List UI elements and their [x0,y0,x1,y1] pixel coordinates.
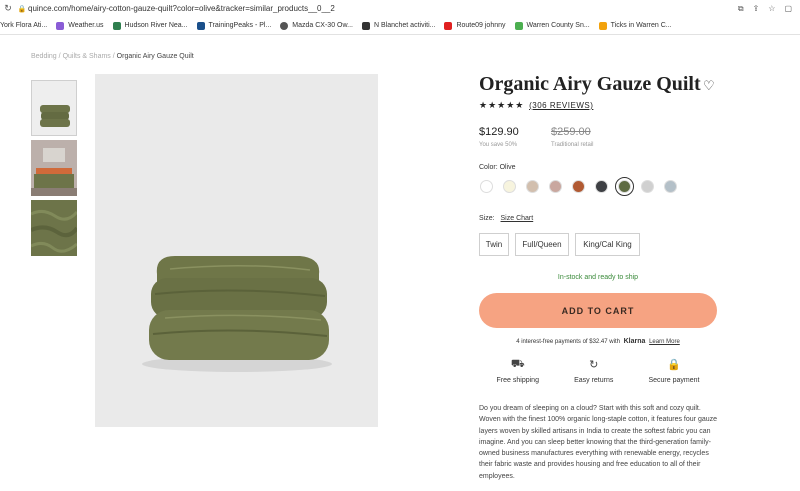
bookmark-item[interactable]: Hudson River Nea... [112,21,188,30]
perk-free-shipping: ⛟ Free shipping [497,358,539,384]
current-price: $129.90 [479,126,519,138]
product-description: Do you dream of sleeping on a cloud? Sta… [479,405,718,480]
size-options: Twin Full/Queen King/Cal King [479,233,640,256]
perk-label: Free shipping [496,377,539,384]
color-swatches [480,177,677,196]
main-product-image[interactable] [95,74,378,427]
swatch-rose[interactable] [549,180,562,193]
swatch-sand[interactable] [526,180,539,193]
thumbnail-folded-quilt[interactable] [31,80,77,136]
swatch-olive[interactable] [615,177,634,196]
breadcrumb-current: Organic Airy Gauze Quilt [116,53,194,60]
thumbnail-bedroom[interactable] [31,140,77,196]
bookmark-star-icon[interactable]: ☆ [768,4,775,14]
url-text[interactable]: quince.com/home/airy-cotton-gauze-quilt?… [28,4,738,13]
swatch-rust[interactable] [572,180,585,193]
swatch-white[interactable] [480,180,493,193]
perk-label: Easy returns [574,377,614,384]
bookmark-label: Weather.us [68,22,104,29]
stock-status: In-stock and ready to ship [557,274,639,281]
bookmark-label: N Blanchet activiti... [374,22,436,29]
klarna-info: 4 interest-free payments of $32.47 with … [479,338,717,345]
bookmark-item[interactable]: TrainingPeaks - Pl... [196,21,272,30]
rating: ★★★★★ (306 REVIEWS) [479,100,593,111]
star-rating-icon: ★★★★★ [479,100,525,110]
warren-county-icon [514,21,523,30]
klarna-logo: Klarna [623,338,646,345]
savings-text: You save 50% [479,142,518,148]
perk-label: Secure payment [648,377,700,384]
youtube-icon [444,21,453,30]
breadcrumb-separator: / [58,53,61,60]
breadcrumb: Bedding / Quilts & Shams / Organic Airy … [31,53,194,60]
perks: ⛟ Free shipping ↻ Easy returns 🔒 Secure … [479,358,717,384]
bookmark-item[interactable]: Route09 johnny [444,21,506,30]
truck-icon: ⛟ [510,358,525,370]
breadcrumb-link[interactable]: Bedding [31,53,57,60]
bookmark-label: Ticks in Warren C... [610,22,672,29]
traditional-price: $259.00 [551,126,591,138]
bookmark-item[interactable]: Warren County Sn... [514,21,590,30]
learn-more-link[interactable]: Learn More [649,339,680,345]
lock-icon[interactable]: 🔒 [16,5,28,13]
size-twin-button[interactable]: Twin [479,233,509,256]
ticks-icon [598,21,607,30]
product-title: Organic Airy Gauze Quilt [479,73,701,95]
bookmark-label: York Flora Ati... [0,22,48,29]
thumbnail-fabric-closeup[interactable] [31,200,77,256]
returns-icon: ↻ [589,359,599,371]
bookmark-label: Mazda CX-30 Ow... [292,22,353,29]
lock-icon: 🔒 [667,359,681,371]
bookmark-item[interactable]: Mazda CX-30 Ow... [280,21,353,30]
blanchet-icon [362,21,370,30]
swatch-blue-gray[interactable] [664,180,677,193]
bookmark-item[interactable]: N Blanchet activiti... [362,21,436,30]
size-label: Size: [479,215,495,222]
size-full-queen-button[interactable]: Full/Queen [515,233,569,256]
bookmarks-bar: York Flora Ati... Weather.us Hudson Rive… [0,17,800,35]
traditional-retail-label: Traditional retail [551,142,594,148]
bookmark-label: Hudson River Nea... [124,22,188,29]
translate-icon[interactable]: ⧉ [738,4,744,14]
color-label: Color: Olive [479,164,516,171]
perk-easy-returns: ↻ Easy returns [574,358,613,384]
bookmark-label: TrainingPeaks - Pl... [208,22,272,29]
heart-icon[interactable]: ♡ [703,78,715,94]
size-label-row: Size: Size Chart [479,215,533,222]
bookmark-label: Route09 johnny [456,22,506,29]
extensions-icon[interactable]: ▢ [784,4,792,14]
breadcrumb-link[interactable]: Quilts & Shams [63,53,111,60]
perk-secure-payment: 🔒 Secure payment [648,358,699,384]
bookmark-label: Warren County Sn... [526,22,590,29]
hudson-river-icon [112,21,121,30]
add-to-cart-button[interactable]: ADD TO CART [479,293,717,328]
bookmark-item[interactable]: Weather.us [56,21,104,30]
weather-icon [56,21,65,30]
mazda-icon [280,21,289,30]
reviews-link[interactable]: (306 REVIEWS) [529,101,593,110]
trainingpeaks-icon [196,21,205,30]
size-king-button[interactable]: King/Cal King [575,233,640,256]
swatch-charcoal[interactable] [595,180,608,193]
swatch-light-gray[interactable] [641,180,654,193]
breadcrumb-separator: / [112,53,115,60]
reload-icon[interactable]: ↻ [0,3,16,14]
size-chart-link[interactable]: Size Chart [501,215,534,222]
klarna-text: 4 interest-free payments of $32.47 with [516,339,620,345]
bookmark-item[interactable]: York Flora Ati... [0,22,47,29]
bookmark-item[interactable]: Ticks in Warren C... [598,21,672,30]
share-icon[interactable]: ⇪ [753,4,760,14]
address-bar[interactable]: ↻ 🔒 quince.com/home/airy-cotton-gauze-qu… [0,0,800,17]
swatch-cream[interactable] [503,180,516,193]
